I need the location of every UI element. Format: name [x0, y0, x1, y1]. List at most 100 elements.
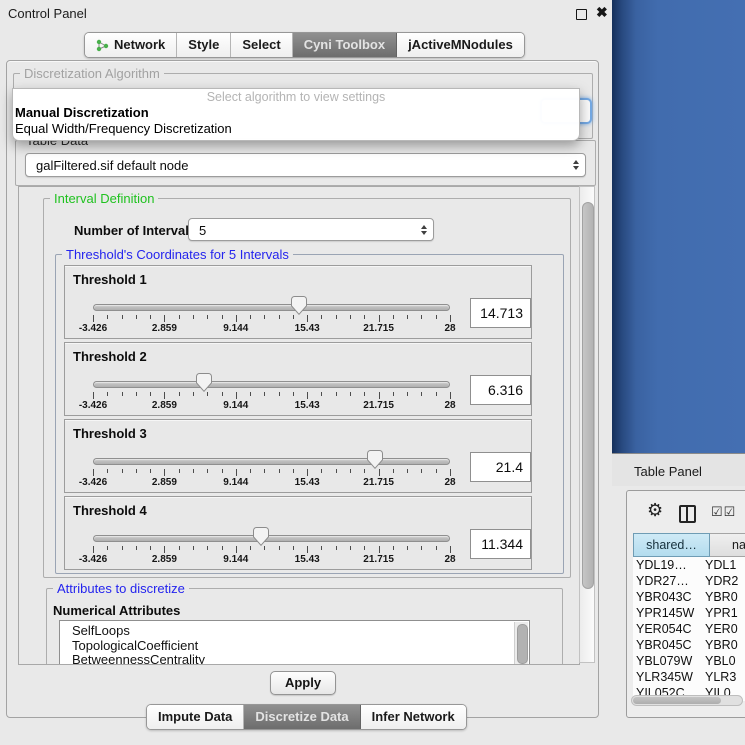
tab-label: Infer Network — [372, 705, 455, 729]
slider-tick — [279, 546, 280, 550]
table-cell[interactable]: YPR1 — [702, 605, 738, 621]
tab-infer-network[interactable]: Infer Network — [361, 705, 466, 729]
list-item[interactable]: TopologicalCoefficient — [60, 639, 529, 654]
tab-select[interactable]: Select — [231, 33, 292, 57]
number-of-intervals-label: Number of Intervals — [74, 223, 196, 238]
table-cell[interactable]: YBL0 — [702, 653, 736, 669]
table-cell[interactable]: YBL079W — [633, 653, 702, 669]
scrollbar-thumb[interactable] — [633, 697, 721, 704]
tab-jactivemnodules[interactable]: jActiveMNodules — [397, 33, 524, 57]
table-cell[interactable]: YDL1 — [702, 557, 736, 573]
slider-tick-label: -3.426 — [79, 400, 107, 411]
threshold-slider-track[interactable] — [93, 381, 450, 388]
slider-tick-label: 2.859 — [152, 323, 177, 334]
slider-tick — [264, 315, 265, 319]
slider-tick — [379, 469, 380, 476]
top-tab-bar: Network Style Select Cyni Toolbox jActiv… — [84, 32, 525, 58]
apply-button[interactable]: Apply — [270, 671, 336, 695]
slider-tick — [421, 392, 422, 396]
gear-icon[interactable]: ⚙ — [647, 500, 663, 521]
slider-tick-label: 15.43 — [295, 400, 320, 411]
table-cell[interactable]: YER054C — [633, 621, 702, 637]
tab-cyni-toolbox[interactable]: Cyni Toolbox — [293, 33, 397, 57]
threshold-slider-track[interactable] — [93, 458, 450, 465]
table-row[interactable]: YBR045CYBR0 — [633, 637, 745, 653]
threshold-slider-track[interactable] — [93, 535, 450, 542]
dropdown-option-manual[interactable]: Manual Discretization — [13, 105, 579, 121]
threshold-slider-thumb[interactable] — [253, 527, 269, 546]
list-scrollbar[interactable] — [514, 622, 528, 665]
slider-tick — [279, 315, 280, 319]
slider-ticks — [93, 546, 450, 554]
list-item[interactable]: BetweennessCentrality — [60, 653, 529, 665]
threshold-slider-track[interactable] — [93, 304, 450, 311]
tab-label: Select — [242, 33, 280, 57]
table-cell[interactable]: YBR045C — [633, 637, 702, 653]
slider-tick — [207, 546, 208, 550]
threshold-slider-thumb[interactable] — [291, 296, 307, 315]
panel-title: Control Panel — [8, 6, 87, 21]
numerical-attributes-list[interactable]: SelfLoopsTopologicalCoefficientBetweenne… — [59, 620, 530, 665]
table-cell[interactable]: YER0 — [702, 621, 738, 637]
table-row[interactable]: YER054CYER0 — [633, 621, 745, 637]
slider-tick — [336, 315, 337, 319]
table-panel-area: ⚙ ☑☑ shared… na YDL19…YDL1YDR27…YDR2YBR0… — [612, 486, 745, 745]
slider-tick — [122, 546, 123, 550]
threshold-value-field[interactable]: 14.713 — [470, 298, 531, 328]
tab-discretize-data[interactable]: Discretize Data — [244, 705, 360, 729]
table-row[interactable]: YDL19…YDL1 — [633, 557, 745, 573]
slider-tick — [379, 315, 380, 322]
close-panel-icon[interactable]: ✖ — [596, 4, 608, 21]
table-row[interactable]: YDR27…YDR2 — [633, 573, 745, 589]
tab-style[interactable]: Style — [177, 33, 231, 57]
threshold-slider-thumb[interactable] — [367, 450, 383, 469]
slider-tick — [122, 392, 123, 396]
float-panel-icon[interactable] — [576, 9, 587, 20]
slider-tick — [421, 315, 422, 319]
column-header-shared[interactable]: shared… — [633, 533, 710, 557]
tab-impute-data[interactable]: Impute Data — [147, 705, 244, 729]
table-cell[interactable]: YBR0 — [702, 637, 738, 653]
slider-tick — [207, 392, 208, 396]
scrollbar-thumb[interactable] — [582, 202, 594, 589]
slider-tick — [436, 469, 437, 473]
threshold-value-field[interactable]: 11.344 — [470, 529, 531, 559]
dropdown-option-equal-width[interactable]: Equal Width/Frequency Discretization — [13, 121, 579, 137]
slider-tick — [436, 392, 437, 396]
table-data-combobox[interactable]: galFiltered.sif default node — [25, 153, 586, 177]
list-item[interactable]: SelfLoops — [60, 624, 529, 639]
settings-scrollbar[interactable] — [579, 186, 595, 663]
checkbox-icons[interactable]: ☑☑ — [711, 504, 736, 520]
slider-tick — [179, 469, 180, 473]
table-row[interactable]: YBR043CYBR0 — [633, 589, 745, 605]
slider-tick — [450, 315, 451, 322]
table-cell[interactable]: YBR043C — [633, 589, 702, 605]
column-header-name[interactable]: na — [710, 533, 745, 557]
combobox-stepper-icon — [573, 160, 579, 170]
table-cell[interactable]: YDL19… — [633, 557, 702, 573]
slider-tick — [279, 469, 280, 473]
tab-network[interactable]: Network — [85, 33, 177, 57]
number-of-intervals-combobox[interactable]: 5 — [188, 218, 434, 241]
table-cell[interactable]: YDR2 — [702, 573, 738, 589]
slider-tick-label: 9.144 — [223, 323, 248, 334]
threshold-label: Threshold 2 — [73, 349, 147, 364]
table-cell[interactable]: YLR3 — [702, 669, 736, 685]
table-cell[interactable]: YDR27… — [633, 573, 702, 589]
table-cell[interactable]: YBR0 — [702, 589, 738, 605]
threshold-value-field[interactable]: 6.316 — [470, 375, 531, 405]
table-row[interactable]: YBL079WYBL0 — [633, 653, 745, 669]
table-horizontal-scrollbar[interactable] — [631, 695, 743, 706]
threshold-slider-thumb[interactable] — [196, 373, 212, 392]
table-row[interactable]: YLR345WYLR3 — [633, 669, 745, 685]
table-cell[interactable]: YPR145W — [633, 605, 702, 621]
tab-label: Cyni Toolbox — [304, 33, 385, 57]
table-cell[interactable]: YLR345W — [633, 669, 702, 685]
table-data-group: Table Data galFiltered.sif default node — [15, 140, 596, 186]
slider-tick — [350, 546, 351, 550]
slider-tick — [421, 469, 422, 473]
threshold-value-field[interactable]: 21.4 — [470, 452, 531, 482]
network-icon — [96, 39, 109, 52]
split-columns-icon[interactable] — [679, 505, 696, 523]
table-row[interactable]: YPR145WYPR1 — [633, 605, 745, 621]
